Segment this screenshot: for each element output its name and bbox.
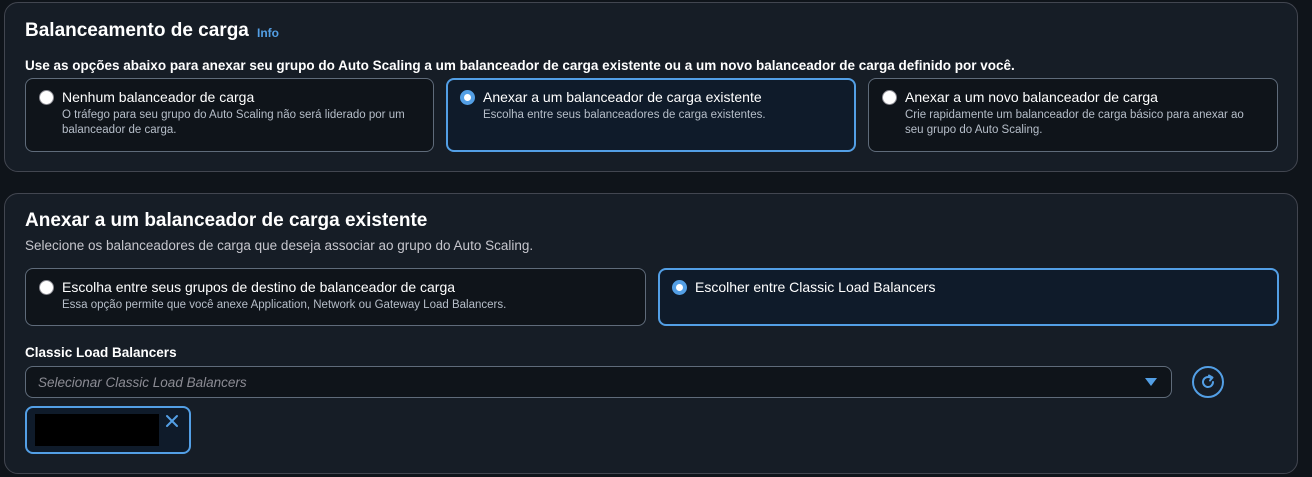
caret-down-icon[interactable] — [1145, 378, 1157, 386]
option-title: Escolher entre Classic Load Balancers — [695, 279, 936, 295]
option-target-groups[interactable]: Escolha entre seus grupos de destino de … — [25, 268, 646, 326]
option-no-load-balancer[interactable]: Nenhum balanceador de carga O tráfego pa… — [25, 78, 434, 152]
option-subtitle: Crie rapidamente um balanceador de carga… — [905, 109, 1244, 136]
refresh-button[interactable] — [1192, 366, 1224, 398]
close-icon[interactable] — [164, 413, 180, 429]
refresh-icon — [1202, 374, 1215, 388]
radio-button-selected[interactable] — [460, 90, 475, 105]
option-title: Nenhum balanceador de carga — [62, 89, 255, 105]
option-subtitle: O tráfego para seu grupo do Auto Scaling… — [62, 109, 405, 136]
classic-load-balancers-label: Classic Load Balancers — [25, 345, 177, 360]
option-title: Escolha entre seus grupos de destino de … — [62, 279, 456, 295]
option-subtitle: Essa opção permite que você anexe Applic… — [62, 299, 507, 311]
section-description: Selecione os balanceadores de carga que … — [25, 238, 534, 253]
redacted-token-label — [35, 414, 159, 446]
radio-button-selected[interactable] — [672, 280, 687, 295]
classic-load-balancers-select[interactable]: Selecionar Classic Load Balancers — [25, 366, 1172, 398]
option-subtitle: Escolha entre seus balanceadores de carg… — [483, 109, 766, 121]
section-description: Use as opções abaixo para anexar seu gru… — [25, 58, 1015, 73]
section-title: Balanceamento de carga — [25, 20, 249, 41]
selected-load-balancer-token — [25, 406, 191, 454]
option-attach-new[interactable]: Anexar a um novo balanceador de carga Cr… — [868, 78, 1278, 152]
option-title: Anexar a um balanceador de carga existen… — [483, 89, 762, 105]
radio-button[interactable] — [39, 90, 54, 105]
attach-existing-panel: Anexar a um balanceador de carga existen… — [4, 193, 1298, 474]
info-link[interactable]: Info — [257, 26, 279, 40]
radio-button[interactable] — [882, 90, 897, 105]
select-placeholder: Selecionar Classic Load Balancers — [38, 375, 247, 390]
load-balancing-panel: Balanceamento de carga Info Use as opçõe… — [4, 2, 1298, 172]
radio-button[interactable] — [39, 280, 54, 295]
option-title: Anexar a um novo balanceador de carga — [905, 89, 1158, 105]
option-classic-load-balancers[interactable]: Escolher entre Classic Load Balancers — [658, 268, 1279, 326]
section-title: Anexar a um balanceador de carga existen… — [25, 210, 428, 231]
option-attach-existing[interactable]: Anexar a um balanceador de carga existen… — [446, 78, 856, 152]
